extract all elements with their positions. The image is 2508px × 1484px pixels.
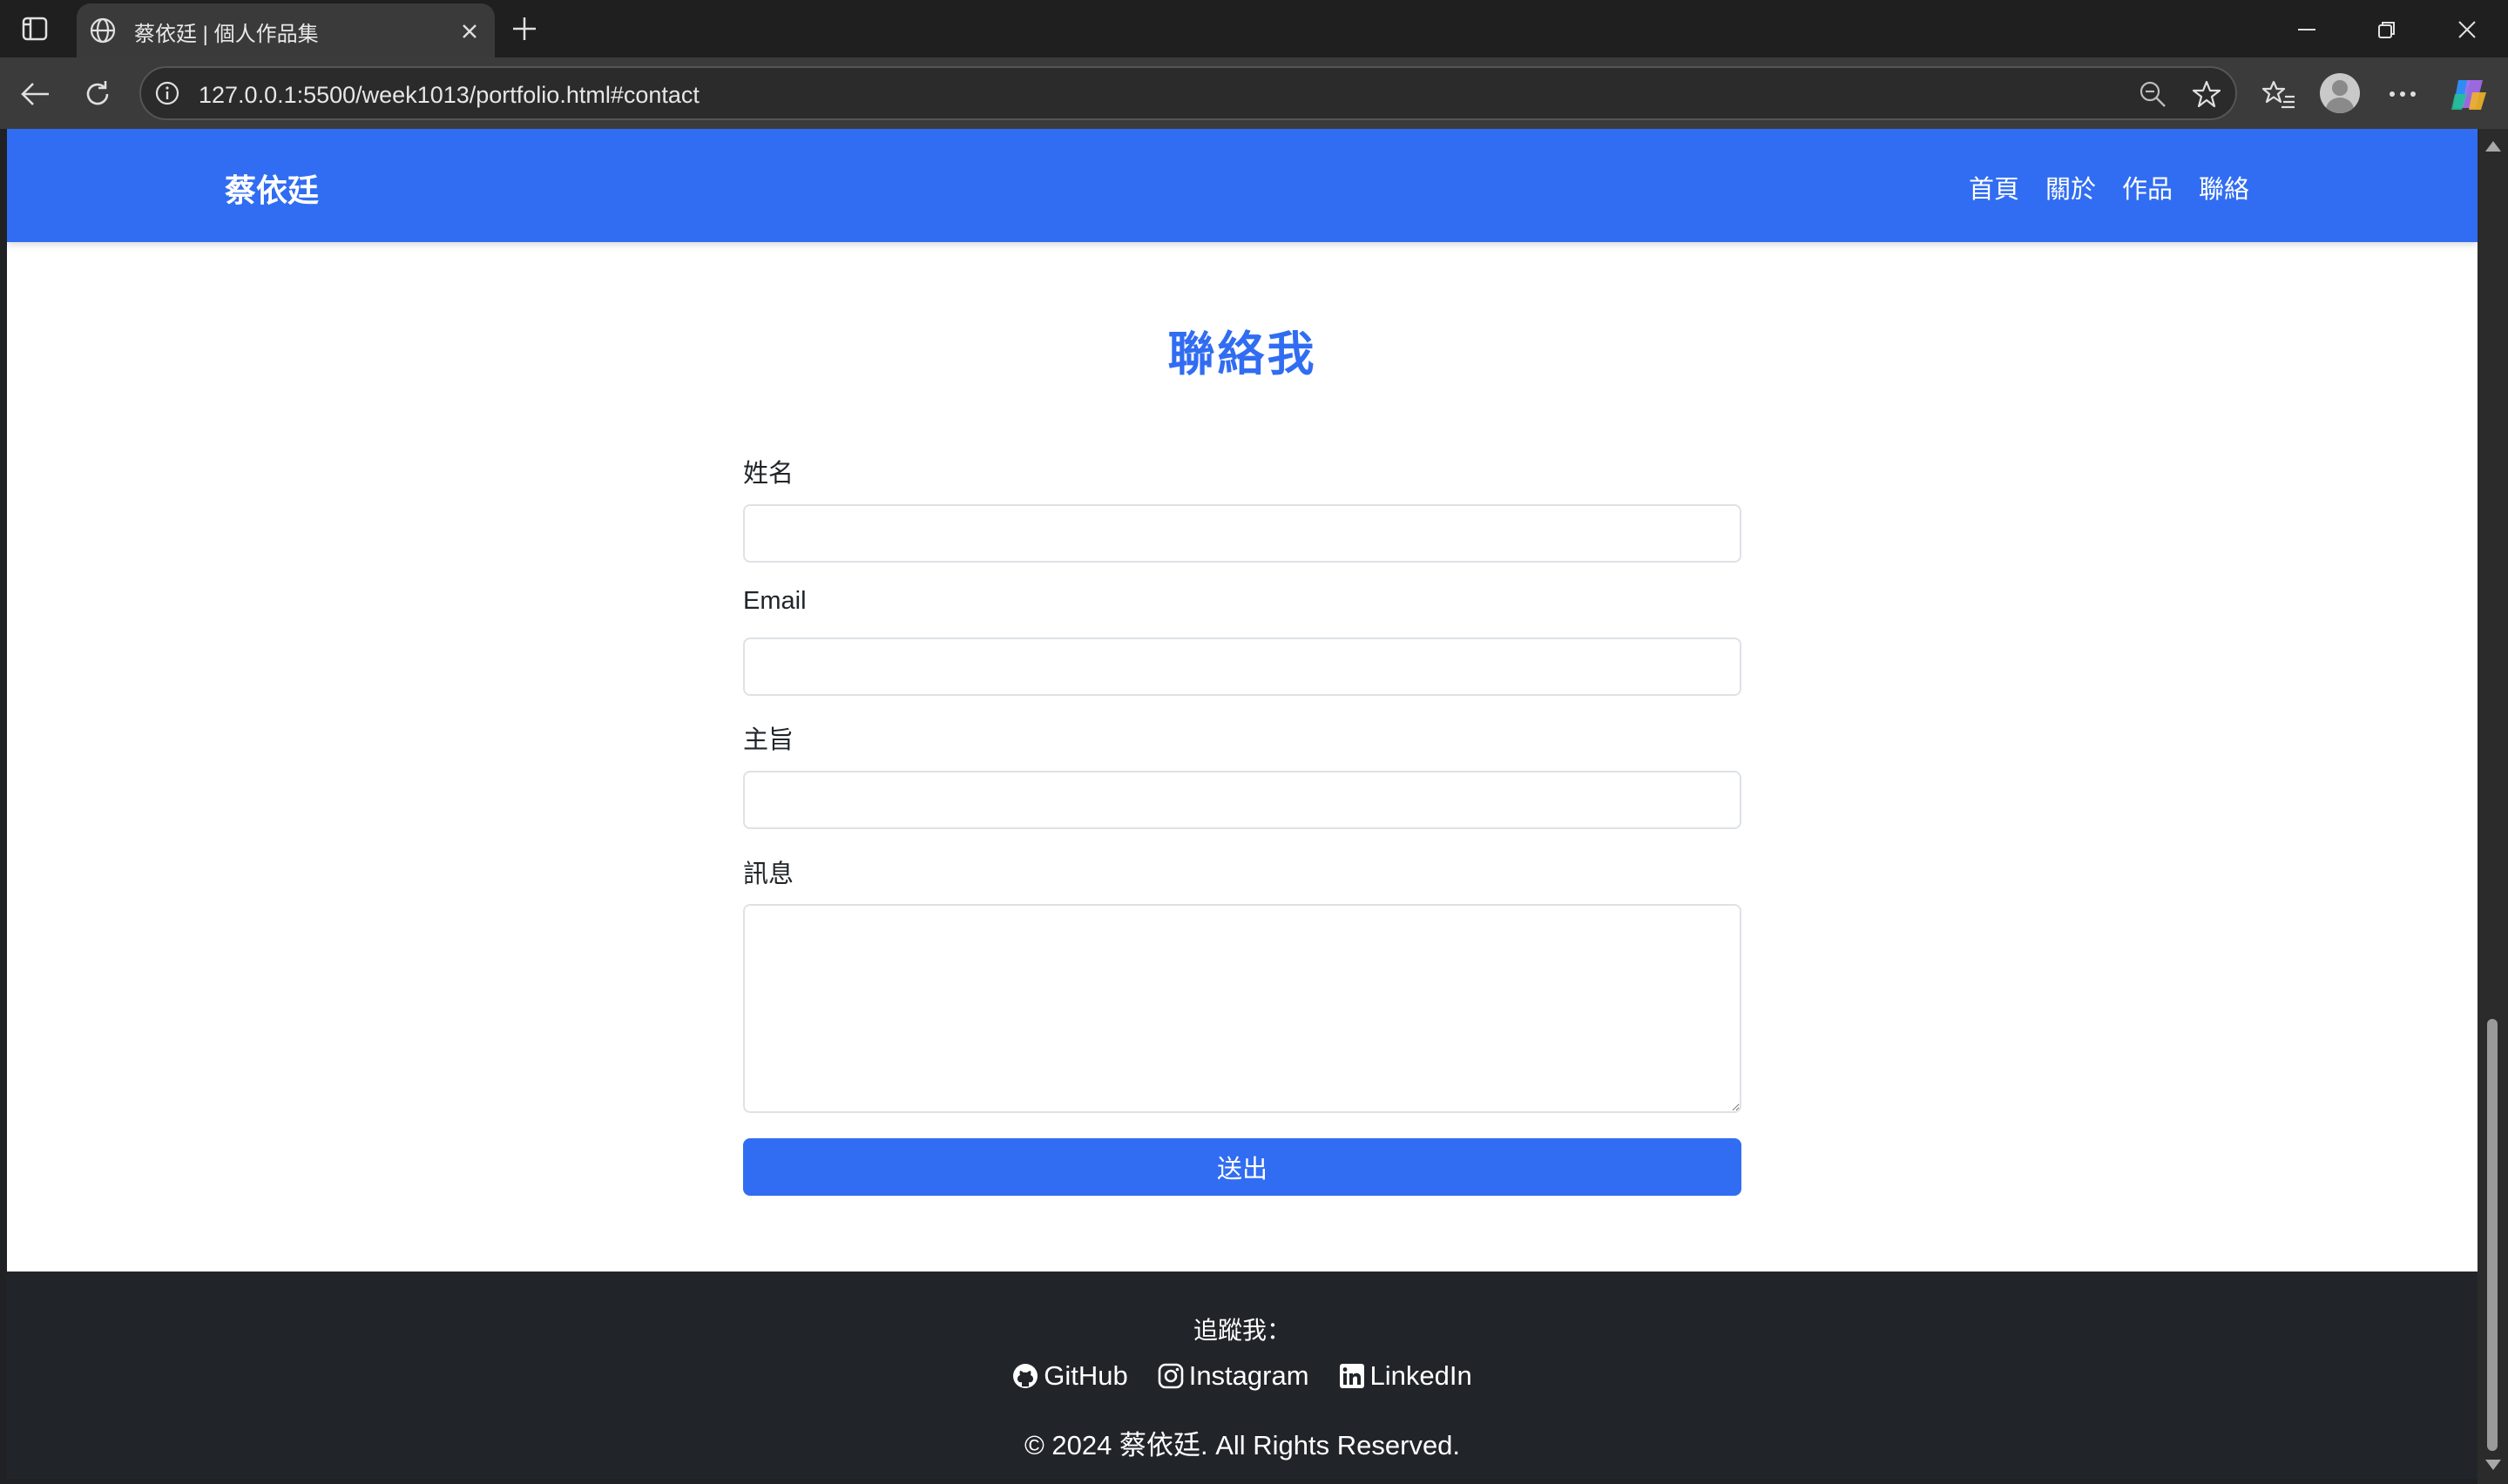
browser-tab-strip: 蔡依廷 | 個人作品集 [0, 0, 2508, 57]
tab-actions-button[interactable] [16, 13, 54, 44]
zoom-icon[interactable] [2138, 79, 2167, 109]
nav-link-about[interactable]: 關於 [2045, 169, 2096, 206]
back-arrow-icon [21, 83, 49, 105]
name-label: 姓名 [743, 460, 794, 488]
github-label: GitHub [1044, 1360, 1128, 1391]
new-tab-button[interactable] [507, 11, 542, 46]
copilot-icon [2451, 80, 2486, 110]
name-input[interactable] [743, 504, 1741, 563]
restore-icon [2378, 22, 2395, 38]
message-label: 訊息 [743, 860, 794, 888]
nav-link-contact[interactable]: 聯絡 [2199, 169, 2249, 206]
site-navbar: 蔡依廷 首頁 關於 作品 聯絡 [7, 129, 2478, 242]
github-link[interactable]: GitHub [1012, 1360, 1128, 1392]
back-button[interactable] [16, 75, 54, 113]
follow-label: 追蹤我： [1193, 1317, 1291, 1344]
address-bar[interactable]: 127.0.0.1:5500/week1013/portfolio.html#c… [139, 66, 2237, 120]
close-window-button[interactable] [2441, 10, 2493, 49]
url-text: 127.0.0.1:5500/week1013/portfolio.html#c… [199, 82, 700, 108]
instagram-label: Instagram [1188, 1360, 1309, 1391]
copyright-text: © 2024 蔡依廷. All Rights Reserved. [1024, 1430, 1461, 1460]
minimize-button[interactable] [2281, 10, 2333, 49]
plus-icon [513, 17, 536, 40]
tab-title: 蔡依廷 | 個人作品集 [134, 23, 319, 46]
subject-label: 主旨 [743, 726, 794, 754]
linkedin-icon [1339, 1363, 1365, 1389]
scrollbar-thumb[interactable] [2487, 1019, 2498, 1451]
copilot-button[interactable] [2450, 75, 2488, 113]
email-label: Email [743, 587, 807, 615]
instagram-link[interactable]: Instagram [1158, 1360, 1309, 1392]
favorites-list-icon [2262, 80, 2295, 109]
linkedin-link[interactable]: LinkedIn [1339, 1360, 1472, 1392]
github-icon [1012, 1363, 1038, 1389]
more-dots-icon [2390, 91, 2416, 97]
submit-button[interactable]: 送出 [743, 1138, 1741, 1196]
site-brand[interactable]: 蔡依廷 [225, 165, 319, 211]
nav-link-home[interactable]: 首頁 [1969, 169, 2019, 206]
scroll-up-arrow-icon[interactable] [2485, 141, 2501, 152]
subject-input[interactable] [743, 771, 1741, 829]
message-textarea[interactable] [743, 904, 1741, 1113]
close-tab-icon[interactable] [456, 18, 483, 44]
nav-link-works[interactable]: 作品 [2122, 169, 2173, 206]
globe-icon [87, 15, 118, 46]
social-links: GitHub Instagram LinkedIn [7, 1360, 2478, 1392]
profile-avatar[interactable] [2320, 73, 2360, 113]
site-nav: 首頁 關於 作品 聯絡 [1969, 169, 2249, 206]
restore-button[interactable] [2361, 10, 2413, 49]
linkedin-label: LinkedIn [1369, 1360, 1472, 1391]
scroll-down-arrow-icon[interactable] [2485, 1460, 2501, 1470]
reload-button[interactable] [78, 75, 117, 113]
contact-heading: 聯絡我 [1167, 328, 1317, 381]
more-menu-button[interactable] [2383, 75, 2422, 113]
page-viewport: 蔡依廷 首頁 關於 作品 聯絡 聯絡我 姓名 Email 主旨 訊息 送出 追蹤… [7, 129, 2478, 1479]
email-input[interactable] [743, 637, 1741, 696]
favorite-star-icon[interactable] [2190, 78, 2223, 111]
minimize-icon [2298, 29, 2315, 30]
page-scrollbar[interactable] [2478, 129, 2508, 1484]
site-info-icon[interactable] [153, 79, 181, 107]
close-icon [2458, 21, 2476, 38]
reload-icon [86, 81, 109, 105]
favorites-button[interactable] [2260, 75, 2298, 113]
browser-tab-active[interactable]: 蔡依廷 | 個人作品集 [77, 3, 495, 57]
instagram-icon [1158, 1363, 1184, 1389]
browser-toolbar: 127.0.0.1:5500/week1013/portfolio.html#c… [0, 57, 2508, 129]
site-footer: 追蹤我： GitHub Instagram LinkedIn © 2024 蔡依… [7, 1272, 2478, 1479]
tab-actions-icon [22, 17, 48, 41]
